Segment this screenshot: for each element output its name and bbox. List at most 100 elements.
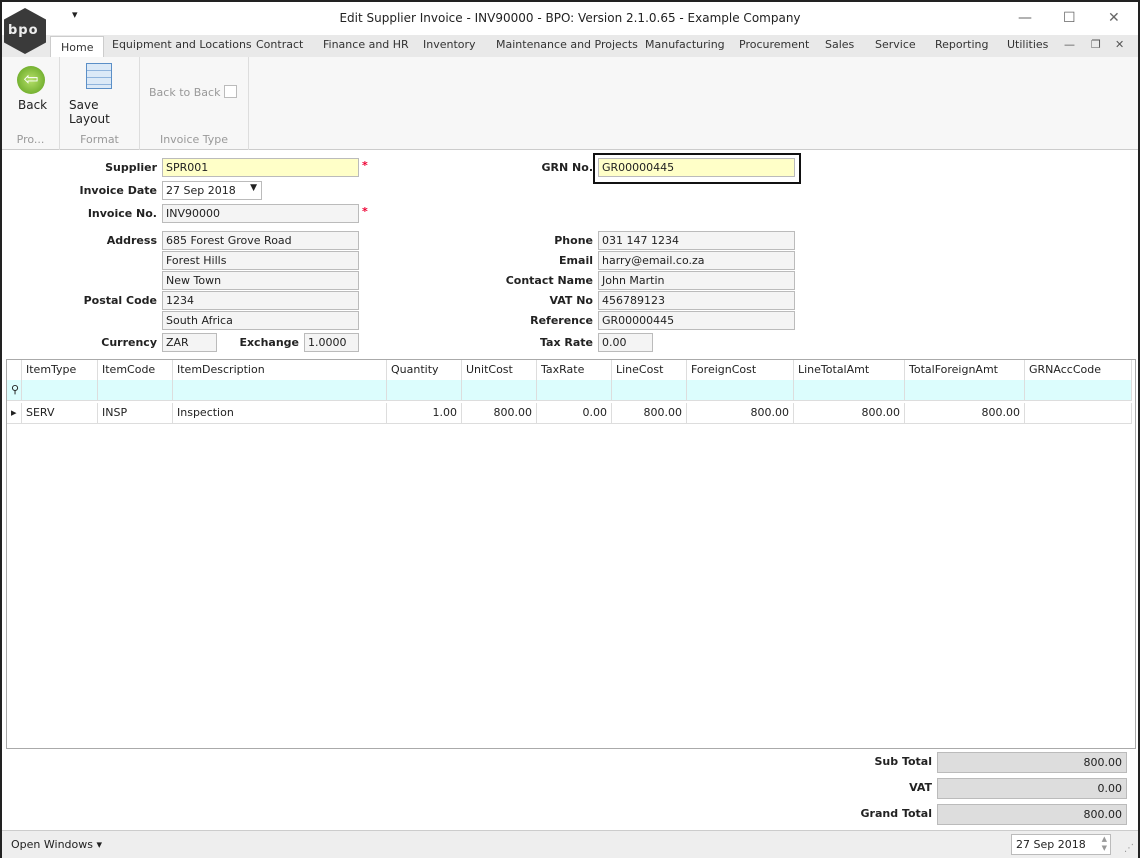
filter-cell[interactable] [905, 380, 1025, 401]
filter-cell[interactable] [687, 380, 794, 401]
grid-cell[interactable]: 800.00 [462, 403, 537, 424]
invoice-no-input[interactable]: INV90000 [162, 204, 359, 223]
group-label: Invoice Type [159, 133, 229, 146]
back-button[interactable]: Back [18, 98, 47, 112]
filter-cell[interactable] [462, 380, 537, 401]
tax-rate-input[interactable]: 0.00 [598, 333, 653, 352]
group-process: ⇦ Back Pro... [2, 57, 60, 150]
ribbon: ⇦ Back Pro... Save Layout Format Back to… [2, 57, 1138, 150]
reference-input[interactable]: GR00000445 [598, 311, 795, 330]
tab-home[interactable]: Home [50, 36, 105, 57]
ribbon-minimize-icon[interactable]: — [1064, 38, 1075, 51]
ribbon-restore-icon[interactable]: ❐ [1091, 38, 1101, 51]
column-header[interactable]: UnitCost [462, 360, 537, 381]
email-input[interactable]: harry@email.co.za [598, 251, 795, 270]
tab-sales[interactable]: Sales [825, 38, 854, 51]
grid-cell[interactable] [1025, 403, 1132, 424]
ribbon-close-icon[interactable]: ✕ [1115, 38, 1124, 51]
filter-icon: ⚲ [7, 380, 22, 401]
invoice-date-picker[interactable]: 27 Sep 2018 ▼ [162, 181, 262, 200]
filter-cell[interactable] [173, 380, 387, 401]
exchange-input[interactable]: 1.0000 [304, 333, 359, 352]
quick-access-dropdown[interactable]: ▾ [72, 8, 78, 21]
filter-cell[interactable] [612, 380, 687, 401]
tab-contract[interactable]: Contract [256, 38, 303, 51]
grid-cell[interactable]: 1.00 [387, 403, 462, 424]
filter-cell[interactable] [98, 380, 173, 401]
address-line-1[interactable]: 685 Forest Grove Road [162, 231, 359, 250]
status-date-value: 27 Sep 2018 [1016, 838, 1086, 851]
tab-finance[interactable]: Finance and HR [323, 38, 409, 51]
minimize-button[interactable]: — [1018, 10, 1032, 26]
grid-cell[interactable]: 800.00 [905, 403, 1025, 424]
postal-code-label: Postal Code [83, 294, 157, 307]
filter-cell[interactable] [794, 380, 905, 401]
save-layout-button[interactable]: Save Layout [69, 98, 139, 126]
column-header[interactable]: ItemType [22, 360, 98, 381]
filter-cell[interactable] [22, 380, 98, 401]
table-row[interactable]: ▸ SERV INSP Inspection 1.00 800.00 0.00 800.00 8… [7, 403, 1132, 424]
contact-input[interactable]: John Martin [598, 271, 795, 290]
grid-cell[interactable]: SERV [22, 403, 98, 424]
grid-cell[interactable]: INSP [98, 403, 173, 424]
column-header[interactable]: TotalForeignAmt [905, 360, 1025, 381]
vat-total-value: 0.00 [937, 778, 1127, 799]
grid-header: ItemType ItemCode ItemDescription Quantity U… [7, 360, 1132, 381]
address-line-2[interactable]: Forest Hills [162, 251, 359, 270]
address-line-3[interactable]: New Town [162, 271, 359, 290]
phone-input[interactable]: 031 147 1234 [598, 231, 795, 250]
back-arrow-icon[interactable]: ⇦ [17, 66, 45, 94]
save-layout-icon[interactable] [86, 63, 112, 89]
grid-cell[interactable]: 0.00 [537, 403, 612, 424]
exchange-label: Exchange [239, 336, 299, 349]
postal-code-input[interactable]: 1234 [162, 291, 359, 310]
grid-cell[interactable]: 800.00 [687, 403, 794, 424]
back-to-back-checkbox[interactable] [224, 85, 237, 98]
column-header[interactable]: ForeignCost [687, 360, 794, 381]
resize-grip-icon[interactable]: ⋰ [1124, 843, 1134, 854]
grn-label: GRN No. [541, 161, 593, 174]
filter-cell[interactable] [1025, 380, 1132, 401]
tab-equipment[interactable]: Equipment and Locations [112, 38, 252, 51]
close-button[interactable]: ✕ [1108, 10, 1120, 26]
tab-service[interactable]: Service [875, 38, 916, 51]
tab-manufacturing[interactable]: Manufacturing [645, 38, 725, 51]
supplier-input[interactable]: SPR001 [162, 158, 359, 177]
grid-cell[interactable]: 800.00 [794, 403, 905, 424]
status-bar: Open Windows ▾ 27 Sep 2018 ▲ ▼ ⋰ [2, 830, 1138, 858]
vat-total-label: VAT [909, 781, 932, 794]
required-marker: * [362, 205, 368, 218]
group-label: Pro... [16, 133, 45, 146]
filter-cell[interactable] [537, 380, 612, 401]
spin-icon[interactable]: ▲ ▼ [1102, 835, 1107, 853]
filter-cell[interactable] [387, 380, 462, 401]
maximize-button[interactable]: ☐ [1063, 10, 1076, 26]
tab-utilities[interactable]: Utilities [1007, 38, 1048, 51]
sub-total-label: Sub Total [874, 755, 932, 768]
grn-input[interactable]: GR00000445 [598, 158, 795, 177]
chevron-down-icon[interactable]: ▼ [250, 183, 257, 193]
grid-cell[interactable]: Inspection [173, 403, 387, 424]
column-header[interactable]: LineTotalAmt [794, 360, 905, 381]
column-header[interactable]: Quantity [387, 360, 462, 381]
vat-no-input[interactable]: 456789123 [598, 291, 795, 310]
status-date-input[interactable]: 27 Sep 2018 ▲ ▼ [1011, 834, 1111, 855]
open-windows-menu[interactable]: Open Windows ▾ [11, 838, 102, 851]
currency-input[interactable]: ZAR [162, 333, 217, 352]
email-label: Email [559, 254, 593, 267]
column-header[interactable]: ItemCode [98, 360, 173, 381]
tab-inventory[interactable]: Inventory [423, 38, 476, 51]
tab-maintenance[interactable]: Maintenance and Projects [496, 38, 638, 51]
contact-label: Contact Name [505, 274, 593, 287]
sub-total-value: 800.00 [937, 752, 1127, 773]
grid-cell[interactable]: 800.00 [612, 403, 687, 424]
tab-procurement[interactable]: Procurement [739, 38, 809, 51]
tab-reporting[interactable]: Reporting [935, 38, 988, 51]
country-input[interactable]: South Africa [162, 311, 359, 330]
column-header[interactable]: GRNAccCode [1025, 360, 1132, 381]
column-header[interactable]: ItemDescription [173, 360, 387, 381]
column-header[interactable]: TaxRate [537, 360, 612, 381]
column-header[interactable]: LineCost [612, 360, 687, 381]
grid-filter-row[interactable]: ⚲ [7, 380, 1132, 401]
vat-no-label: VAT No [549, 294, 593, 307]
